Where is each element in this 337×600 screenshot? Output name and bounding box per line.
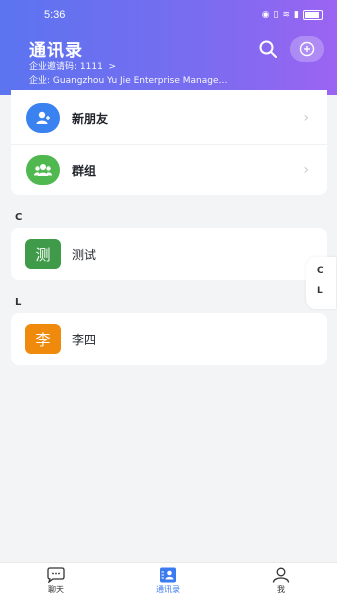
chevron-right-icon: › bbox=[303, 110, 309, 126]
plus-circle-icon bbox=[299, 41, 315, 57]
contact-name: 测试 bbox=[72, 247, 97, 262]
sim-icon: ▮ bbox=[294, 10, 299, 20]
contact-card: 李 李四 bbox=[11, 313, 327, 365]
page-title: 通讯录 bbox=[29, 41, 83, 61]
company-name: 企业: Guangzhou Yu Jie Enterprise Manageme… bbox=[29, 76, 229, 86]
header: 5:36 ◉ ▯ ≋ ▮ 通讯录 企业邀请码: 1111 > 企业: Guang… bbox=[0, 0, 337, 95]
section-letter: C bbox=[15, 212, 23, 223]
status-time: 5:36 bbox=[44, 9, 66, 21]
tab-profile-label: 我 bbox=[277, 585, 285, 594]
chevron-right-icon: › bbox=[303, 162, 309, 178]
index-letter[interactable]: L bbox=[317, 286, 323, 296]
contact-name: 李四 bbox=[72, 332, 97, 347]
tab-bar: 聊天 通讯录 我 bbox=[0, 562, 337, 600]
tab-chat[interactable]: 聊天 bbox=[26, 567, 86, 599]
tab-contacts[interactable]: 通讯录 bbox=[138, 567, 198, 599]
groups-label: 群组 bbox=[72, 163, 97, 178]
status-bar: 5:36 ◉ ▯ ≋ ▮ bbox=[0, 0, 337, 32]
avatar-text: 李 bbox=[35, 330, 51, 349]
new-friends-item[interactable]: 新朋友 › bbox=[11, 92, 327, 145]
battery-icon bbox=[303, 10, 323, 20]
profile-icon bbox=[272, 567, 290, 583]
invite-code[interactable]: 企业邀请码: 1111 > bbox=[29, 59, 116, 72]
vibrate-icon: ▯ bbox=[273, 10, 279, 20]
search-button[interactable] bbox=[257, 38, 279, 60]
invite-code-label: 企业邀请码: 1111 bbox=[29, 62, 103, 72]
contact-item[interactable]: 测 测试 bbox=[11, 228, 327, 280]
new-friends-label: 新朋友 bbox=[72, 111, 109, 126]
section-letter: L bbox=[15, 297, 22, 308]
alphabet-index[interactable]: C L bbox=[306, 257, 336, 309]
add-button[interactable] bbox=[290, 36, 324, 62]
contact-item[interactable]: 李 李四 bbox=[11, 313, 327, 365]
contact-avatar: 李 bbox=[25, 324, 61, 354]
avatar-text: 测 bbox=[35, 245, 51, 264]
groups-item[interactable]: 群组 › bbox=[11, 144, 327, 196]
status-icons: ◉ ▯ ≋ ▮ bbox=[262, 9, 323, 21]
wifi-icon: ≋ bbox=[282, 10, 291, 20]
tab-contacts-label: 通讯录 bbox=[156, 585, 180, 594]
chat-icon bbox=[47, 567, 65, 583]
contacts-icon bbox=[160, 567, 176, 583]
group-icon bbox=[26, 155, 60, 185]
eye-icon: ◉ bbox=[261, 10, 270, 20]
contact-card: 测 测试 bbox=[11, 228, 327, 280]
top-card: 新朋友 › 群组 › bbox=[11, 90, 327, 195]
chevron-right-icon: > bbox=[108, 62, 117, 72]
index-letter[interactable]: C bbox=[317, 266, 324, 276]
tab-profile[interactable]: 我 bbox=[251, 567, 311, 599]
search-icon bbox=[259, 40, 277, 58]
add-friend-icon bbox=[26, 103, 60, 133]
contact-avatar: 测 bbox=[25, 239, 61, 269]
tab-chat-label: 聊天 bbox=[48, 585, 64, 594]
